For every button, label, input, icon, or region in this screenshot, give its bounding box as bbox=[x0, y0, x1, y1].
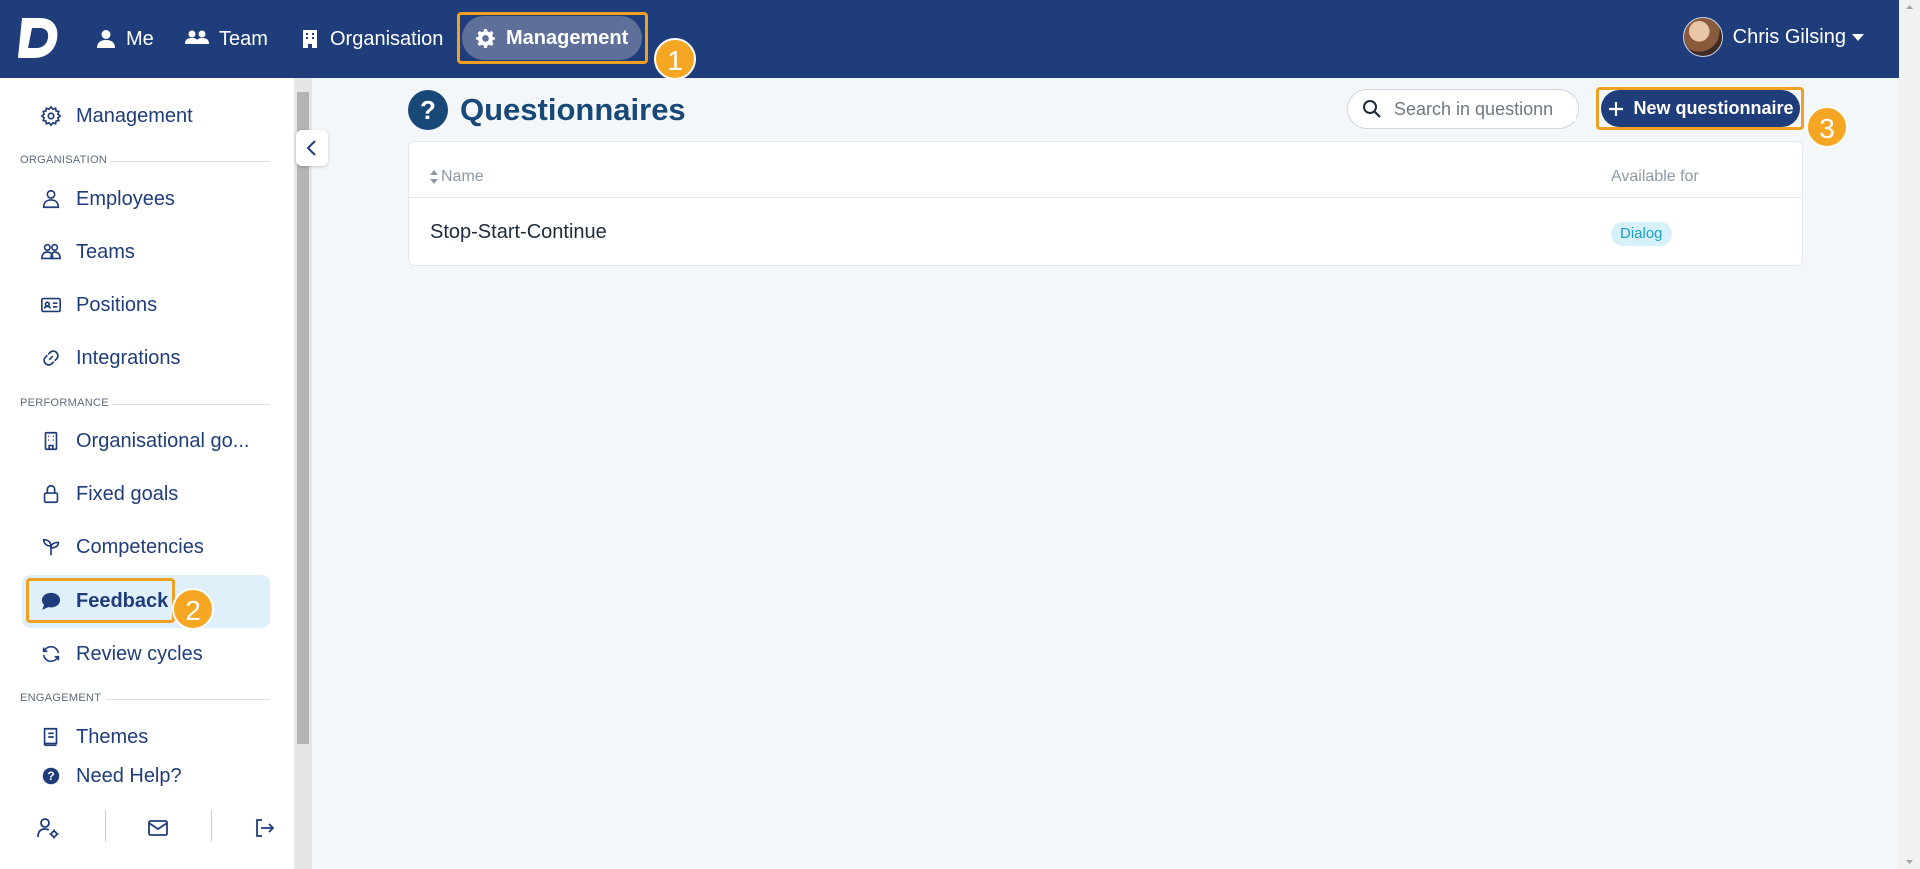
sidebar-item-review-cycles[interactable]: Review cycles bbox=[40, 639, 203, 669]
refresh-icon bbox=[42, 645, 60, 663]
sidebar-item-feedback[interactable]: Feedback bbox=[40, 586, 168, 616]
sidebar-item-label: Competencies bbox=[76, 535, 204, 558]
nav-team[interactable]: Team bbox=[185, 24, 268, 54]
user-settings-icon[interactable] bbox=[36, 816, 60, 840]
nav-organisation[interactable]: Organisation bbox=[300, 24, 443, 54]
table-divider bbox=[409, 197, 1802, 198]
plus-icon bbox=[1609, 101, 1624, 116]
sidebar-item-integrations[interactable]: Integrations bbox=[40, 343, 181, 373]
sidebar-item-organisational-goals[interactable]: Organisational go... bbox=[40, 426, 249, 456]
chevron-down-icon bbox=[1852, 33, 1864, 41]
chevron-left-icon bbox=[306, 140, 316, 156]
status-badge: Dialog bbox=[1611, 222, 1672, 246]
sidebar-item-label: Themes bbox=[76, 725, 149, 748]
book-icon bbox=[43, 727, 58, 747]
sidebar-item-management[interactable]: Management bbox=[40, 101, 193, 131]
gear-icon bbox=[40, 105, 62, 127]
sort-icon bbox=[430, 170, 438, 184]
new-questionnaire-label: New questionnaire bbox=[1633, 98, 1794, 118]
nav-organisation-label: Organisation bbox=[330, 27, 444, 50]
id-card-icon bbox=[41, 297, 61, 313]
building-icon bbox=[44, 431, 58, 451]
seedling-icon bbox=[42, 538, 60, 556]
logout-icon[interactable] bbox=[252, 816, 276, 840]
column-header-label: Name bbox=[441, 168, 484, 185]
lock-icon bbox=[43, 484, 59, 504]
user-menu[interactable]: Chris Gilsing bbox=[1682, 17, 1864, 57]
sidebar-item-label: Need Help? bbox=[76, 764, 182, 787]
user-icon bbox=[42, 189, 60, 209]
sidebar-item-employees[interactable]: Employees bbox=[40, 184, 175, 214]
step-badge-2: 2 bbox=[172, 588, 214, 630]
users-icon bbox=[185, 30, 209, 44]
footer-divider bbox=[211, 810, 212, 842]
sidebar-item-label: Management bbox=[76, 104, 193, 127]
page-title: Questionnaires bbox=[460, 92, 686, 127]
sidebar-item-need-help[interactable]: ? Need Help? bbox=[40, 761, 182, 791]
section-divider bbox=[112, 404, 270, 405]
collapse-sidebar-button[interactable] bbox=[296, 130, 328, 166]
sidebar-item-teams[interactable]: Teams bbox=[40, 237, 135, 267]
question-circle-icon: ? bbox=[408, 90, 448, 130]
sidebar-item-label: Organisational go... bbox=[76, 429, 250, 452]
search-input[interactable] bbox=[1392, 97, 1576, 121]
building-icon bbox=[303, 30, 317, 48]
sidebar-item-fixed-goals[interactable]: Fixed goals bbox=[40, 479, 178, 509]
new-questionnaire-button[interactable]: New questionnaire bbox=[1601, 90, 1800, 127]
logo-icon[interactable] bbox=[18, 16, 60, 60]
page-header: ? Questionnaires bbox=[408, 90, 686, 130]
sidebar-item-label: Fixed goals bbox=[76, 482, 179, 505]
sidebar-item-label: Integrations bbox=[76, 346, 181, 369]
questionnaires-table: Name Available for Stop-Start-Continue D… bbox=[408, 141, 1803, 266]
sidebar-item-label: Feedback bbox=[76, 589, 169, 612]
table-row-name[interactable]: Stop-Start-Continue bbox=[430, 221, 607, 244]
scroll-down-arrow-icon[interactable] bbox=[1899, 855, 1920, 869]
scroll-up-arrow-icon[interactable] bbox=[1899, 0, 1920, 14]
nav-team-label: Team bbox=[219, 27, 268, 50]
nav-management[interactable]: Management bbox=[462, 16, 642, 60]
svg-text:?: ? bbox=[47, 769, 54, 783]
search-icon bbox=[1363, 100, 1381, 118]
sidebar-item-themes[interactable]: Themes bbox=[40, 722, 148, 752]
sidebar-scrollbar-thumb[interactable] bbox=[297, 92, 309, 744]
sidebar-item-positions[interactable]: Positions bbox=[40, 290, 157, 320]
gear-icon bbox=[476, 28, 495, 48]
user-name: Chris Gilsing bbox=[1732, 25, 1846, 48]
sidebar-item-label: Employees bbox=[76, 187, 175, 210]
section-divider bbox=[110, 161, 270, 162]
step-badge-1: 1 bbox=[654, 38, 696, 80]
section-performance: PERFORMANCE bbox=[20, 397, 109, 409]
column-header-name[interactable]: Name bbox=[429, 168, 484, 186]
footer-divider bbox=[105, 810, 106, 842]
mail-icon[interactable] bbox=[146, 816, 170, 840]
section-organisation: ORGANISATION bbox=[20, 154, 108, 166]
sidebar-item-label: Review cycles bbox=[76, 642, 203, 665]
column-header-available: Available for bbox=[1611, 168, 1699, 185]
nav-me-label: Me bbox=[126, 27, 154, 50]
users-icon bbox=[41, 243, 61, 260]
sidebar-item-competencies[interactable]: Competencies bbox=[40, 532, 204, 562]
step-badge-3: 3 bbox=[1806, 106, 1848, 148]
top-navbar: Me Team Organisation Management Chris Gi… bbox=[0, 0, 1899, 78]
sidebar-footer bbox=[0, 804, 294, 854]
chat-bubble-icon bbox=[41, 592, 61, 610]
page-scrollbar[interactable] bbox=[1899, 0, 1920, 869]
search-field[interactable] bbox=[1347, 89, 1579, 129]
nav-management-label: Management bbox=[506, 26, 629, 49]
nav-me[interactable]: Me bbox=[96, 24, 154, 54]
section-engagement: ENGAGEMENT bbox=[20, 692, 102, 704]
help-icon: ? bbox=[42, 767, 60, 785]
avatar bbox=[1682, 17, 1723, 57]
sidebar-item-label: Positions bbox=[76, 293, 158, 316]
user-icon bbox=[97, 30, 115, 48]
sidebar-item-label: Teams bbox=[76, 240, 135, 263]
section-divider bbox=[106, 699, 270, 700]
link-icon bbox=[43, 350, 59, 366]
